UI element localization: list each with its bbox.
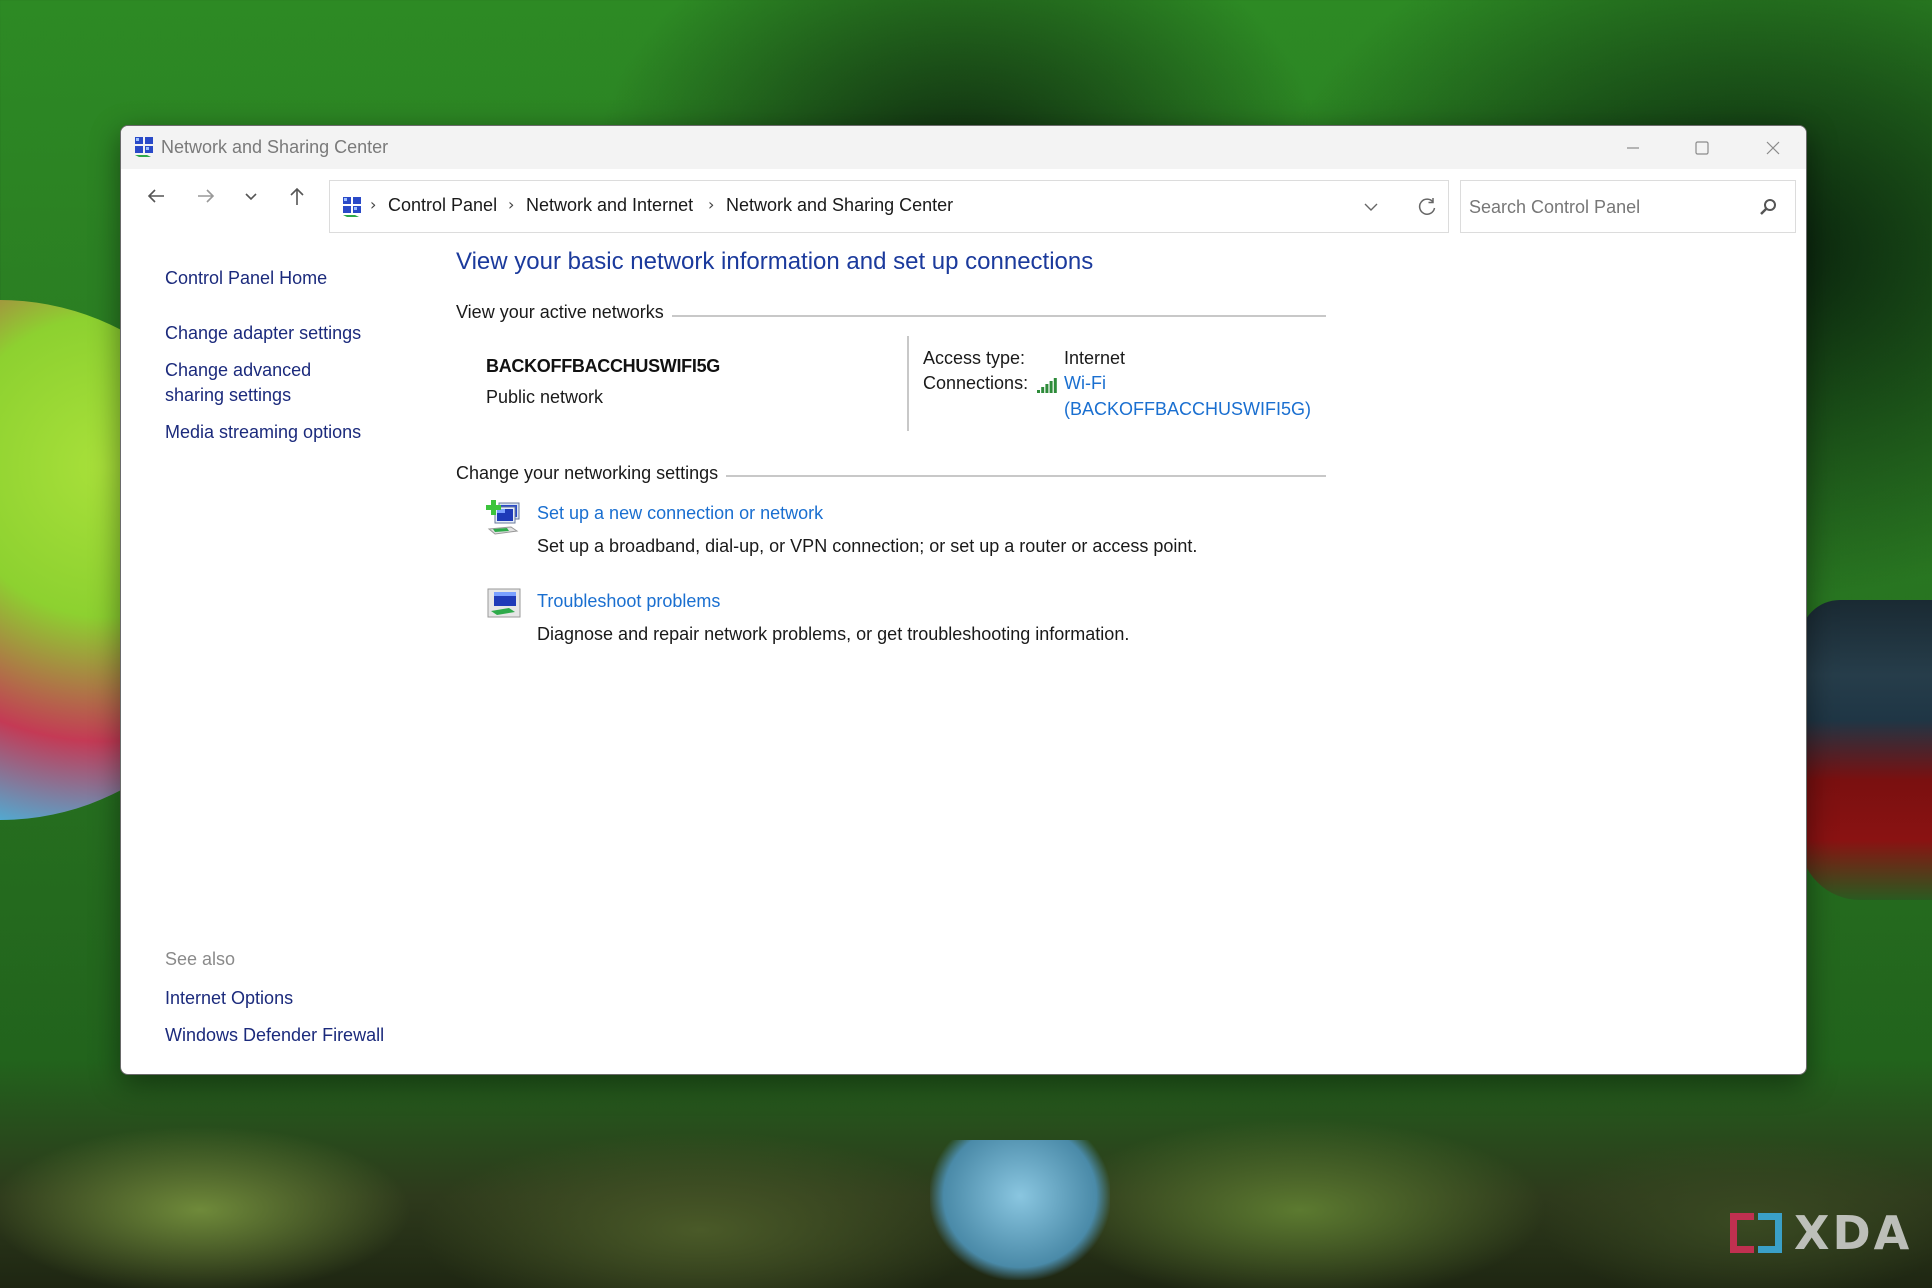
arrow-right-icon bbox=[198, 189, 215, 203]
network-name: BACKOFFBACCHUSWIFI5G bbox=[486, 356, 720, 376]
signal-bar bbox=[1037, 390, 1040, 393]
see-also-windows-defender-firewall[interactable]: Windows Defender Firewall bbox=[165, 1023, 384, 1048]
active-networks-label: View your active networks bbox=[456, 302, 672, 323]
signal-bar bbox=[1041, 387, 1045, 393]
sidebar-link-change-adapter-settings[interactable]: Change adapter settings bbox=[165, 321, 361, 346]
navigation-bar: › Control Panel › Network and Internet ›… bbox=[121, 169, 1806, 239]
breadcrumb-separator[interactable]: › bbox=[370, 195, 376, 214]
up-button[interactable] bbox=[280, 179, 314, 213]
breadcrumb-network-and-internet[interactable]: Network and Internet bbox=[526, 195, 693, 216]
new-connection-icon bbox=[486, 500, 520, 535]
troubleshoot-problems-link[interactable]: Troubleshoot problems bbox=[537, 591, 720, 612]
access-type-value: Internet bbox=[1064, 348, 1126, 368]
control-panel-icon bbox=[343, 197, 361, 217]
network-info-divider bbox=[907, 336, 909, 431]
network-category: Public network bbox=[486, 387, 604, 407]
sidebar-link-control-panel-home[interactable]: Control Panel Home bbox=[165, 266, 327, 291]
sidebar-link-media-streaming-options[interactable]: Media streaming options bbox=[165, 420, 361, 445]
search-button[interactable] bbox=[1755, 194, 1781, 220]
setup-new-connection-description: Set up a broadband, dial-up, or VPN conn… bbox=[537, 536, 1198, 556]
close-button[interactable] bbox=[1738, 126, 1806, 169]
maximize-icon bbox=[1695, 140, 1709, 155]
access-type-label: Access type: bbox=[923, 348, 1026, 368]
sidebar-link-change-advanced-sharing-settings[interactable]: Change advanced sharing settings bbox=[165, 358, 375, 408]
search-icon bbox=[1760, 199, 1776, 215]
refresh-icon bbox=[1418, 198, 1436, 215]
network-app-icon bbox=[135, 137, 153, 157]
wifi-connection-link-line2[interactable]: (BACKOFFBACCHUSWIFI5G) bbox=[1064, 399, 1311, 419]
signal-bar bbox=[1053, 378, 1057, 393]
connections-label: Connections: bbox=[923, 373, 1029, 393]
window-title: Network and Sharing Center bbox=[161, 137, 389, 157]
breadcrumb-separator[interactable]: › bbox=[708, 195, 714, 214]
see-also-heading: See also bbox=[165, 949, 236, 969]
maximize-button[interactable] bbox=[1667, 126, 1737, 169]
see-also-internet-options[interactable]: Internet Options bbox=[165, 986, 293, 1011]
setup-new-connection-link[interactable]: Set up a new connection or network bbox=[537, 503, 823, 524]
arrow-left-icon bbox=[147, 189, 164, 203]
minimize-button[interactable] bbox=[1598, 126, 1668, 169]
breadcrumb-control-panel[interactable]: Control Panel bbox=[388, 195, 497, 216]
address-history-button[interactable] bbox=[1354, 190, 1388, 224]
search-input[interactable] bbox=[1469, 193, 1739, 221]
chevron-down-icon bbox=[245, 193, 257, 201]
chevron-down-icon bbox=[1364, 203, 1378, 211]
wifi-connection-link-line1[interactable]: Wi-Fi bbox=[1064, 373, 1106, 393]
background-bird-claw bbox=[930, 1140, 1110, 1280]
change-settings-label: Change your networking settings bbox=[456, 463, 727, 484]
search-box[interactable] bbox=[1460, 180, 1796, 233]
title-bar[interactable]: Network and Sharing Center bbox=[121, 126, 1806, 169]
arrow-up-icon bbox=[290, 187, 304, 205]
network-sharing-center-window: Network and Sharing Center › Control Pan… bbox=[120, 125, 1807, 1075]
xda-logo-bracket-left bbox=[1730, 1213, 1754, 1253]
wifi-signal-icon bbox=[1037, 378, 1057, 393]
forward-button[interactable] bbox=[189, 179, 223, 213]
address-bar[interactable]: › Control Panel › Network and Internet ›… bbox=[329, 180, 1449, 233]
close-icon bbox=[1766, 141, 1780, 154]
refresh-button[interactable] bbox=[1410, 190, 1444, 224]
minimize-icon bbox=[1627, 146, 1639, 149]
troubleshoot-icon bbox=[487, 588, 521, 618]
breadcrumb-separator[interactable]: › bbox=[508, 195, 514, 214]
signal-bar bbox=[1045, 384, 1049, 393]
background-bird bbox=[1800, 600, 1932, 900]
page-title: View your basic network information and … bbox=[456, 248, 1094, 275]
signal-bar bbox=[1049, 381, 1053, 393]
xda-logo-bracket-right bbox=[1758, 1213, 1782, 1253]
wifi-connection-link[interactable]: Wi-Fi (BACKOFFBACCHUSWIFI5G) bbox=[1064, 373, 1311, 424]
xda-logo-text: XDA bbox=[1794, 1206, 1913, 1260]
back-button[interactable] bbox=[139, 179, 173, 213]
recent-locations-button[interactable] bbox=[234, 179, 268, 213]
troubleshoot-problems-description: Diagnose and repair network problems, or… bbox=[537, 624, 1130, 644]
breadcrumb-network-and-sharing-center[interactable]: Network and Sharing Center bbox=[726, 195, 953, 216]
xda-watermark: XDA bbox=[1730, 1206, 1913, 1260]
